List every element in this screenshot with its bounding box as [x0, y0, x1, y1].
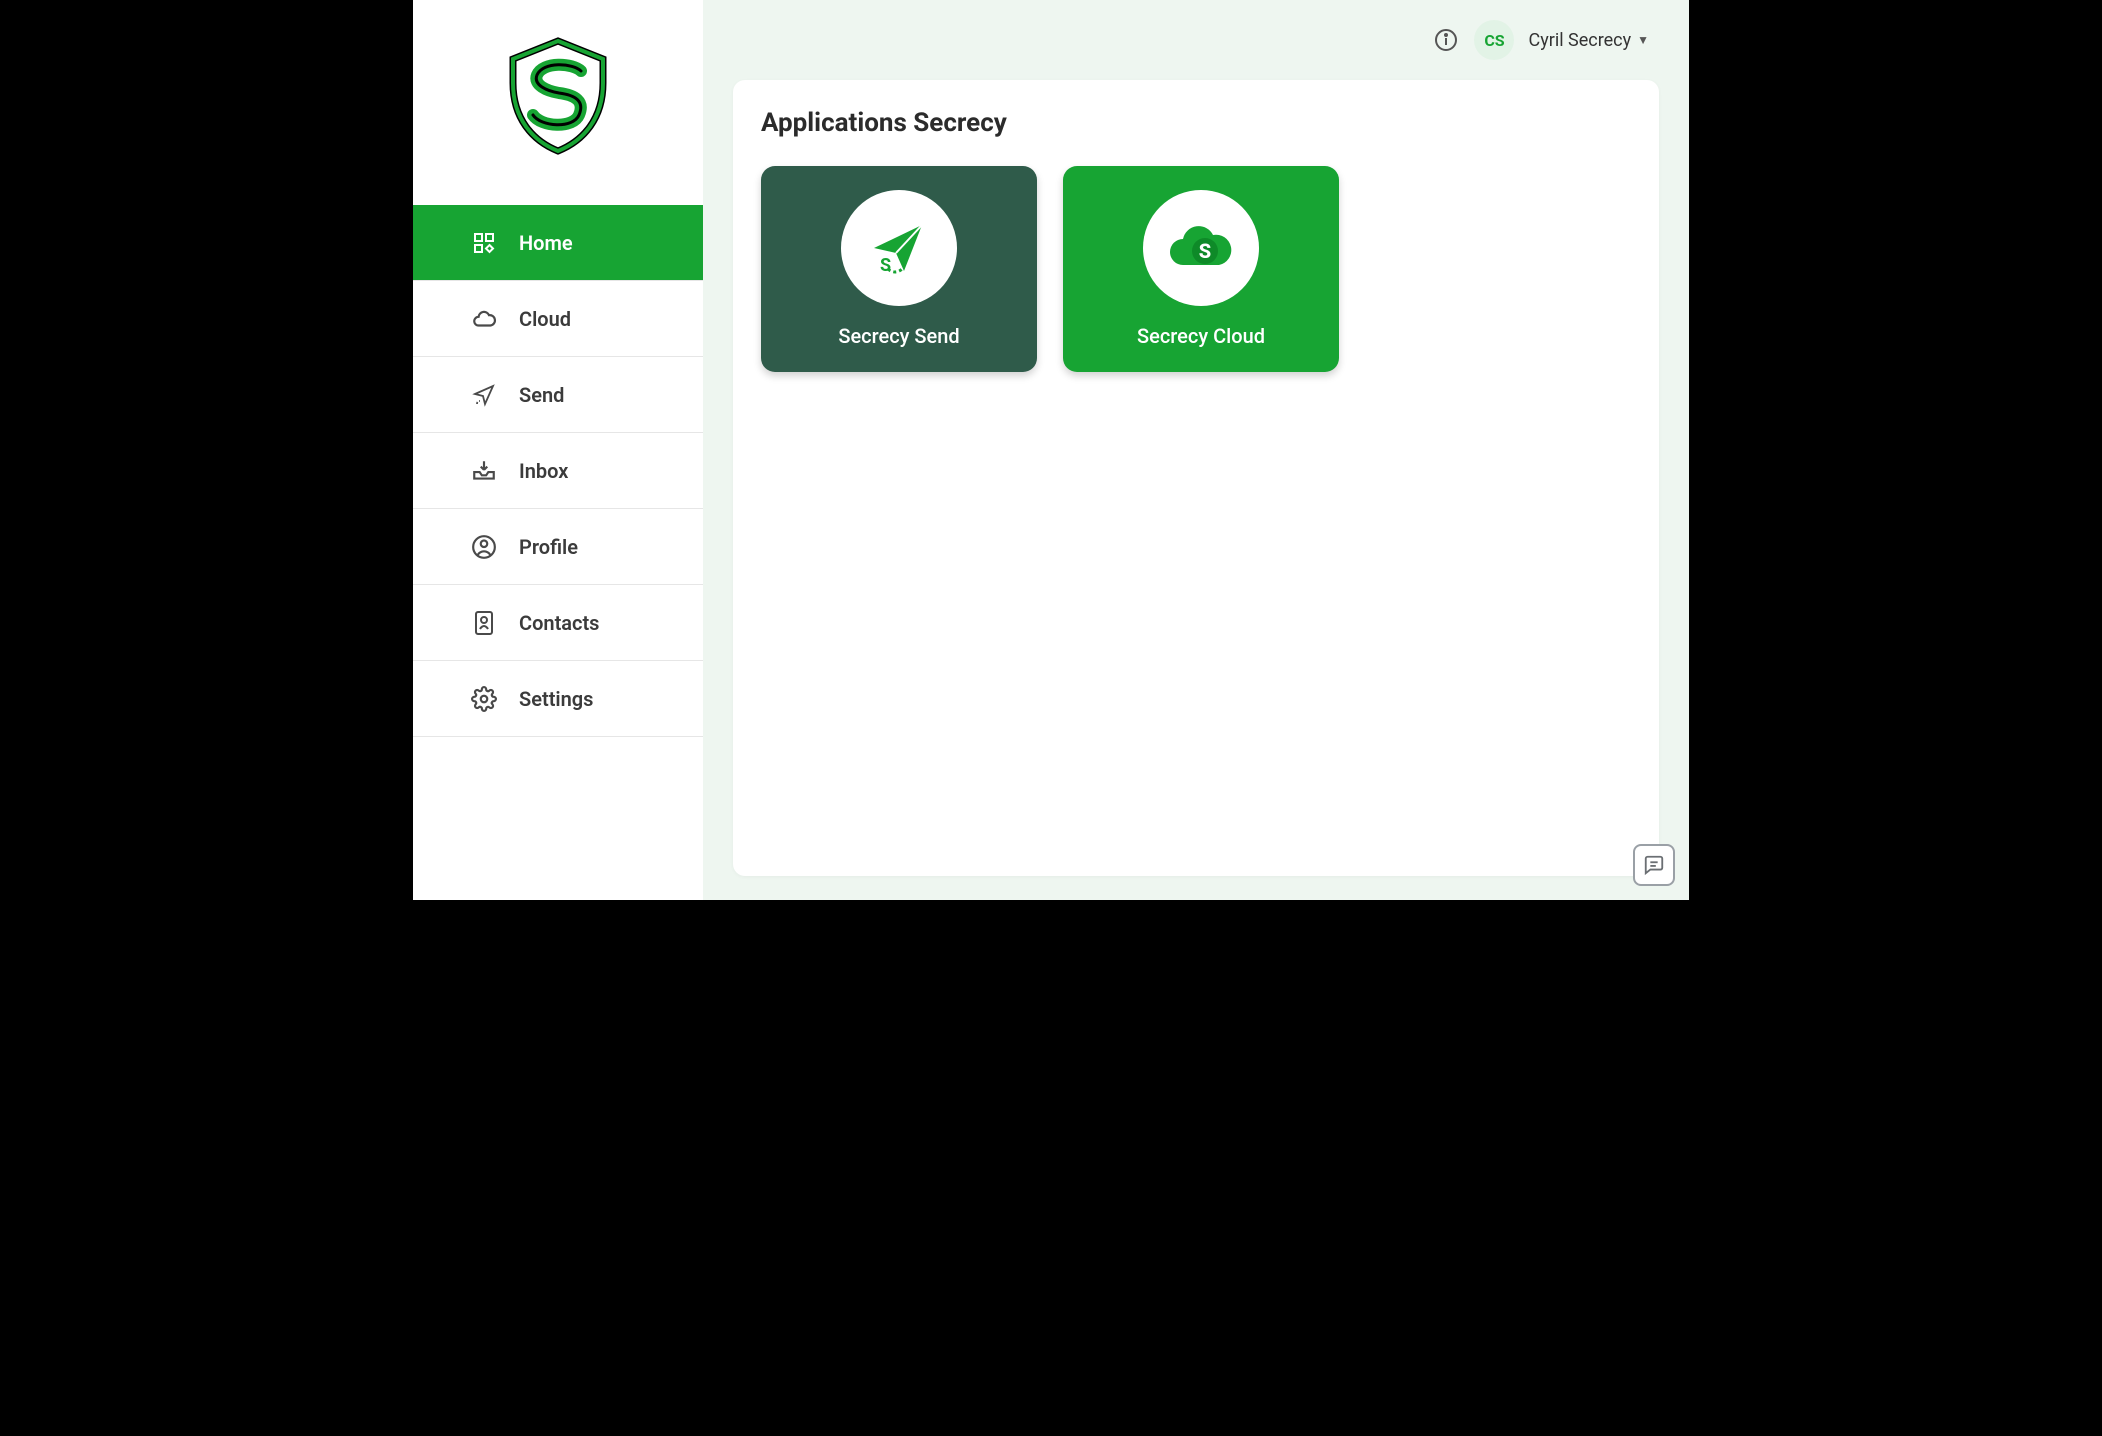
- sidebar-item-label: Profile: [519, 535, 578, 559]
- applications-tiles: S Secrecy Send S Secrecy Cloud: [761, 166, 1631, 372]
- applications-panel: Applications Secrecy S Secrecy Send: [733, 80, 1659, 876]
- info-button[interactable]: [1432, 26, 1460, 54]
- send-app-icon: S: [841, 190, 957, 306]
- sidebar-item-label: Home: [519, 231, 573, 255]
- logo: [413, 0, 703, 205]
- sidebar-item-label: Inbox: [519, 459, 568, 483]
- avatar-initials: CS: [1484, 31, 1504, 50]
- main: CS Cyril Secrecy ▼ Applications Secrecy …: [703, 0, 1689, 900]
- plane-icon: [471, 382, 497, 408]
- svg-text:S: S: [1199, 239, 1211, 263]
- tile-label: Secrecy Cloud: [1137, 324, 1265, 348]
- app-frame: Home Cloud Send Inbox: [393, 0, 1709, 900]
- sidebar-nav: Home Cloud Send Inbox: [413, 205, 703, 737]
- info-icon: [1434, 28, 1458, 52]
- sidebar-item-label: Contacts: [519, 611, 599, 635]
- cloud-icon: [471, 306, 497, 332]
- user-menu[interactable]: Cyril Secrecy ▼: [1528, 30, 1649, 51]
- svg-text:S: S: [880, 255, 891, 276]
- sidebar-item-cloud[interactable]: Cloud: [413, 281, 703, 357]
- sidebar-item-label: Cloud: [519, 307, 571, 331]
- panel-title: Applications Secrecy: [761, 108, 1631, 138]
- chat-icon: [1643, 854, 1665, 876]
- sidebar-item-label: Settings: [519, 687, 593, 711]
- sidebar-item-label: Send: [519, 383, 564, 407]
- feedback-button[interactable]: [1633, 844, 1675, 886]
- cloud-app-icon: S: [1143, 190, 1259, 306]
- id-card-icon: [471, 610, 497, 636]
- topbar: CS Cyril Secrecy ▼: [733, 0, 1659, 80]
- chevron-down-icon: ▼: [1637, 33, 1649, 47]
- sidebar-item-settings[interactable]: Settings: [413, 661, 703, 737]
- sidebar: Home Cloud Send Inbox: [413, 0, 703, 900]
- tile-secrecy-cloud[interactable]: S Secrecy Cloud: [1063, 166, 1339, 372]
- sidebar-item-contacts[interactable]: Contacts: [413, 585, 703, 661]
- sidebar-item-send[interactable]: Send: [413, 357, 703, 433]
- gear-icon: [471, 686, 497, 712]
- avatar[interactable]: CS: [1474, 20, 1514, 60]
- sidebar-item-profile[interactable]: Profile: [413, 509, 703, 585]
- sidebar-item-inbox[interactable]: Inbox: [413, 433, 703, 509]
- user-name: Cyril Secrecy: [1528, 30, 1631, 51]
- grid-icon: [471, 230, 497, 256]
- user-icon: [471, 534, 497, 560]
- tile-label: Secrecy Send: [838, 324, 959, 348]
- sidebar-item-home[interactable]: Home: [413, 205, 703, 281]
- shield-s-logo-icon: [503, 35, 613, 155]
- tile-secrecy-send[interactable]: S Secrecy Send: [761, 166, 1037, 372]
- inbox-icon: [471, 458, 497, 484]
